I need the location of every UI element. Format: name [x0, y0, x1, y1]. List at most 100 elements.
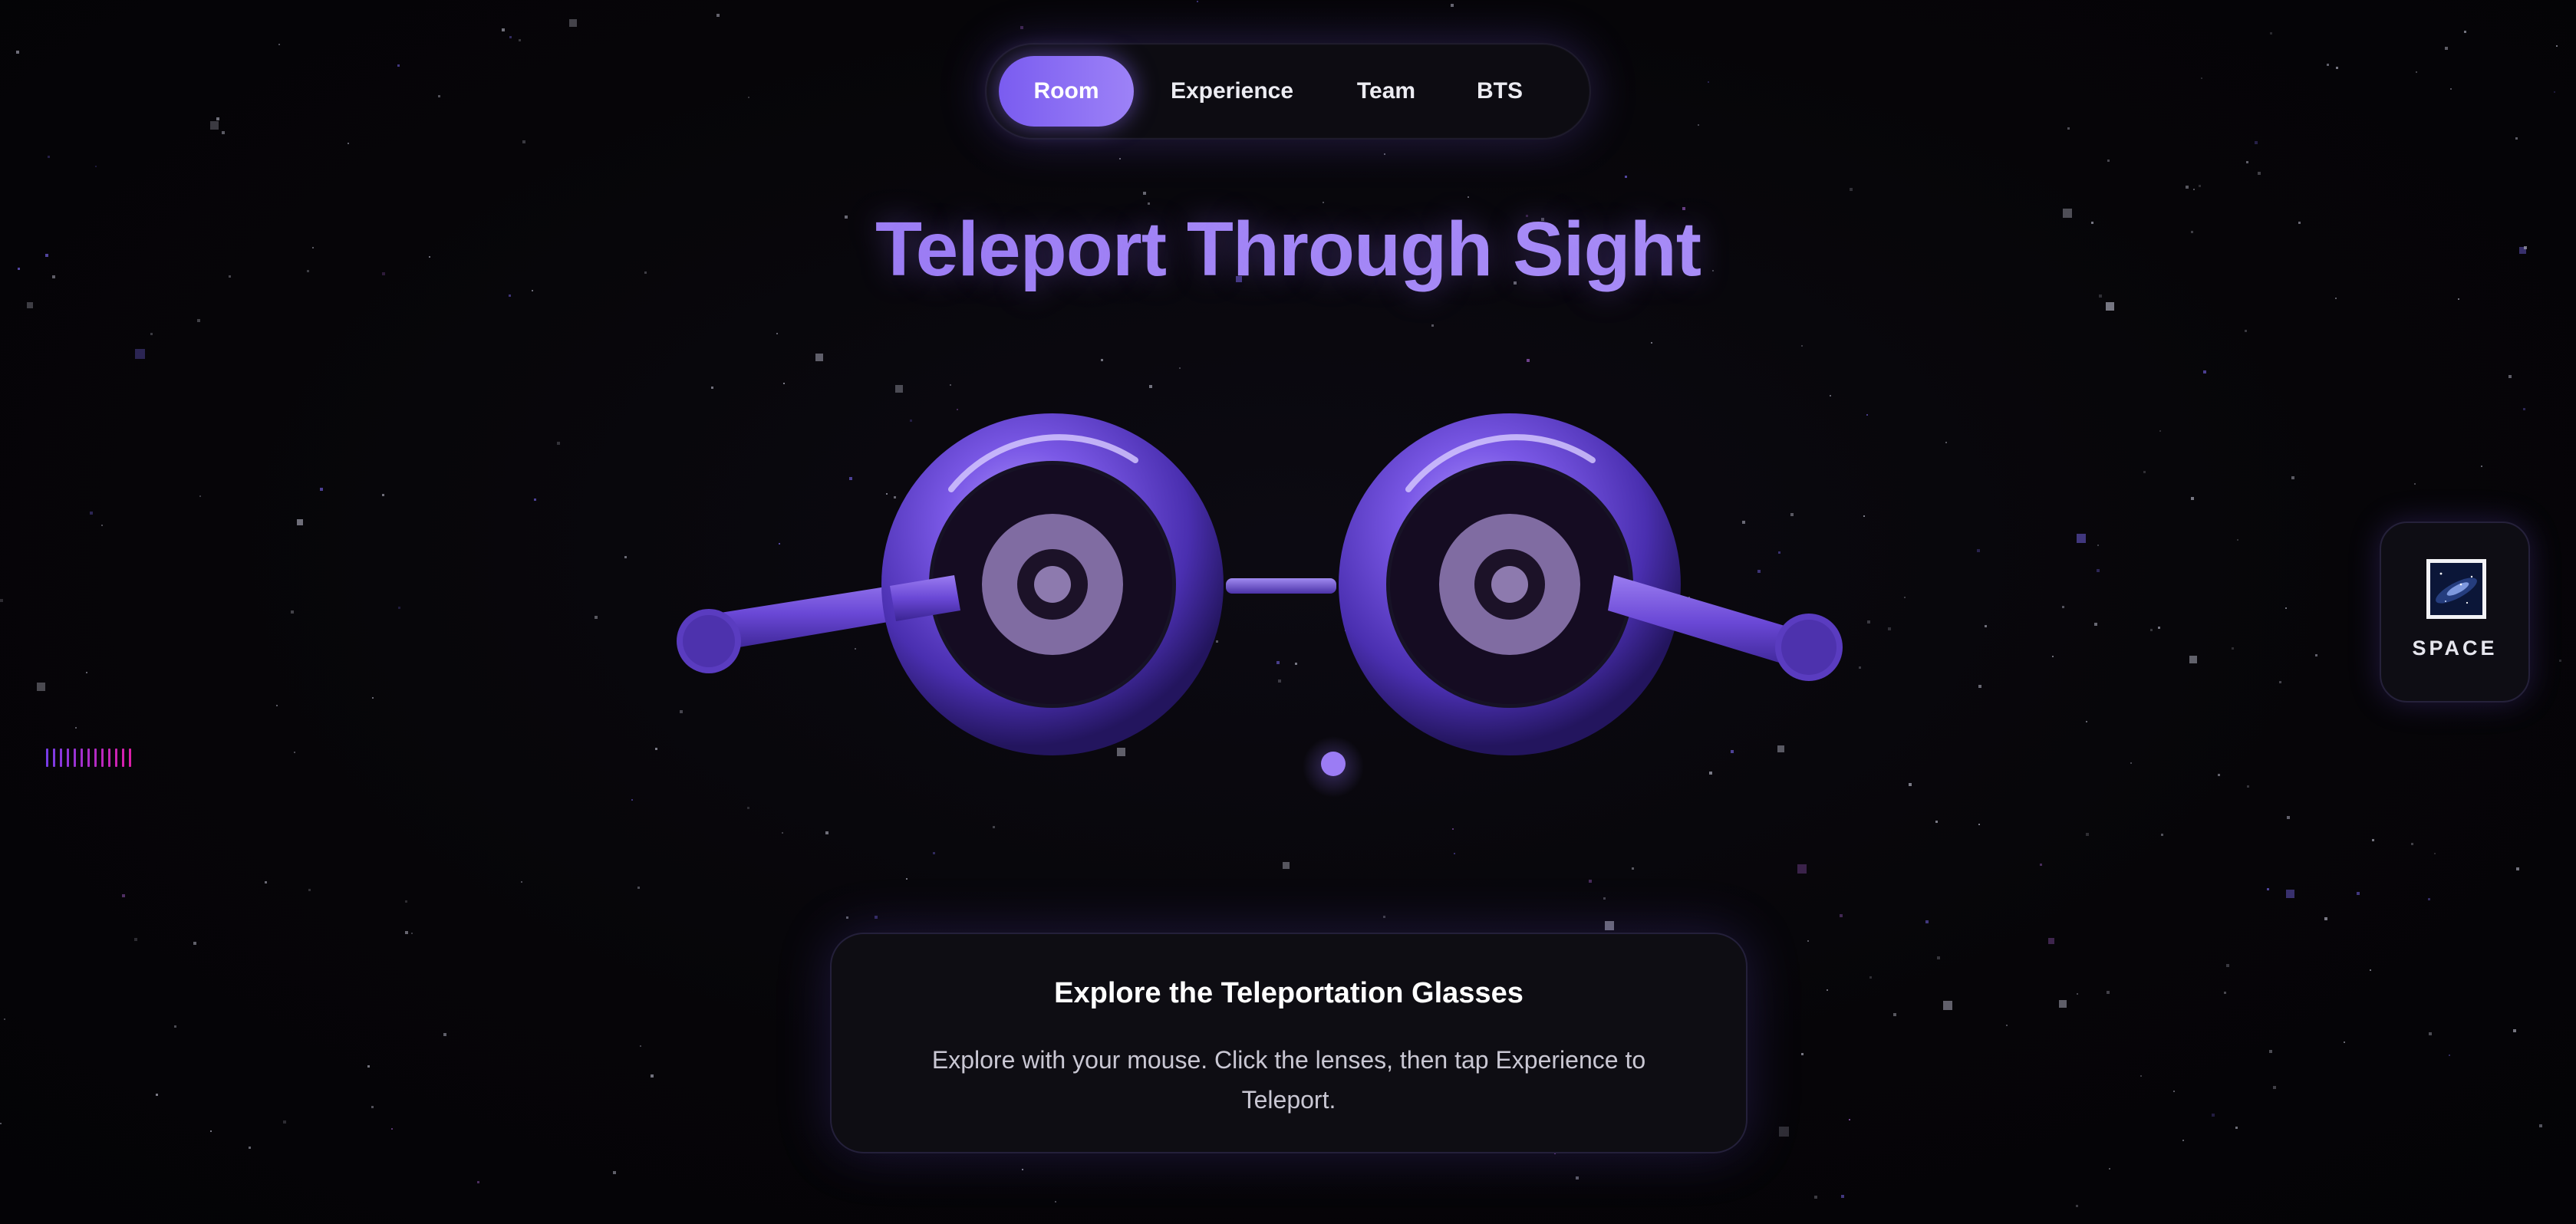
star	[2246, 161, 2248, 163]
star	[2077, 993, 2078, 995]
star	[1801, 1053, 1804, 1055]
star	[1119, 158, 1121, 160]
star	[348, 143, 349, 144]
star	[2258, 172, 2261, 175]
star	[2450, 88, 2452, 90]
star	[2193, 189, 2195, 190]
star	[1925, 920, 1929, 923]
star	[557, 442, 560, 445]
star	[1866, 414, 1868, 416]
star	[2357, 892, 2360, 895]
star	[2158, 627, 2160, 629]
star	[2245, 330, 2247, 332]
star	[2106, 302, 2114, 311]
star	[2099, 294, 2102, 298]
star	[2269, 1050, 2272, 1053]
star	[2414, 483, 2416, 485]
star	[2411, 843, 2413, 845]
star	[569, 19, 577, 27]
star	[1797, 864, 1807, 874]
star	[651, 1074, 654, 1078]
star	[1978, 824, 1980, 825]
star	[1779, 1127, 1789, 1137]
star	[291, 610, 294, 614]
star	[134, 938, 137, 941]
star	[1431, 324, 1434, 327]
meter-tick	[94, 749, 97, 767]
star	[2191, 497, 2194, 500]
star	[2523, 408, 2525, 410]
nav-tab-bts[interactable]: BTS	[1450, 56, 1550, 127]
panel-instructions: Explore with your mouse. Click the lense…	[931, 1046, 1646, 1114]
star	[199, 495, 201, 497]
star	[522, 140, 525, 143]
star	[222, 131, 225, 134]
space-scene-card[interactable]: SPACE	[2380, 522, 2530, 702]
star	[2203, 370, 2206, 373]
star	[210, 121, 219, 130]
space-card-label: SPACE	[2412, 637, 2498, 660]
star	[122, 894, 125, 897]
star	[283, 1120, 286, 1124]
star	[2159, 430, 2161, 432]
star	[1859, 666, 1861, 669]
star	[2291, 476, 2294, 479]
star	[1830, 395, 1831, 396]
star	[1143, 192, 1146, 195]
star	[2212, 1114, 2215, 1117]
star	[1020, 26, 1023, 29]
star	[0, 1123, 2, 1124]
star	[265, 881, 267, 883]
star	[2554, 91, 2555, 93]
star	[1527, 359, 1530, 362]
nav-tab-experience[interactable]: Experience	[1141, 56, 1323, 127]
star	[308, 889, 311, 891]
star	[294, 752, 295, 753]
star	[2107, 160, 2110, 162]
star	[2539, 1124, 2542, 1127]
star	[75, 727, 77, 729]
star	[2062, 606, 2064, 608]
teleportation-glasses[interactable]	[660, 399, 1856, 798]
star	[509, 294, 511, 297]
star	[2052, 656, 2054, 657]
star	[405, 931, 408, 934]
star	[2006, 1025, 2008, 1026]
star	[2255, 141, 2258, 144]
star	[1451, 4, 1454, 7]
star	[2428, 898, 2430, 900]
star	[2076, 1205, 2078, 1207]
star	[2559, 660, 2561, 662]
star	[950, 384, 951, 386]
star	[747, 807, 749, 809]
nav-tab-room[interactable]: Room	[999, 56, 1134, 127]
nav-tab-team[interactable]: Team	[1329, 56, 1444, 127]
star	[631, 799, 633, 801]
star	[2247, 785, 2249, 788]
star	[1978, 685, 1981, 688]
star	[398, 607, 400, 609]
star	[2372, 839, 2374, 841]
star	[2226, 964, 2229, 967]
star	[875, 916, 878, 919]
star	[1179, 367, 1181, 369]
star	[1943, 1001, 1952, 1010]
star	[2182, 1140, 2184, 1141]
star	[156, 1094, 158, 1096]
star	[2516, 867, 2519, 870]
meter-tick	[74, 749, 76, 767]
star	[2107, 991, 2110, 994]
star	[716, 14, 720, 17]
meter-tick	[53, 749, 55, 767]
star	[1698, 124, 1699, 126]
star	[2449, 1055, 2450, 1056]
star	[2429, 1032, 2432, 1035]
floating-orb	[1303, 736, 1364, 798]
star	[150, 333, 153, 335]
star	[2279, 681, 2281, 683]
star	[1840, 914, 1843, 917]
star	[2130, 762, 2132, 764]
star	[521, 881, 522, 883]
star	[382, 494, 384, 496]
hero-title: Teleport Through Sight	[0, 206, 2576, 294]
